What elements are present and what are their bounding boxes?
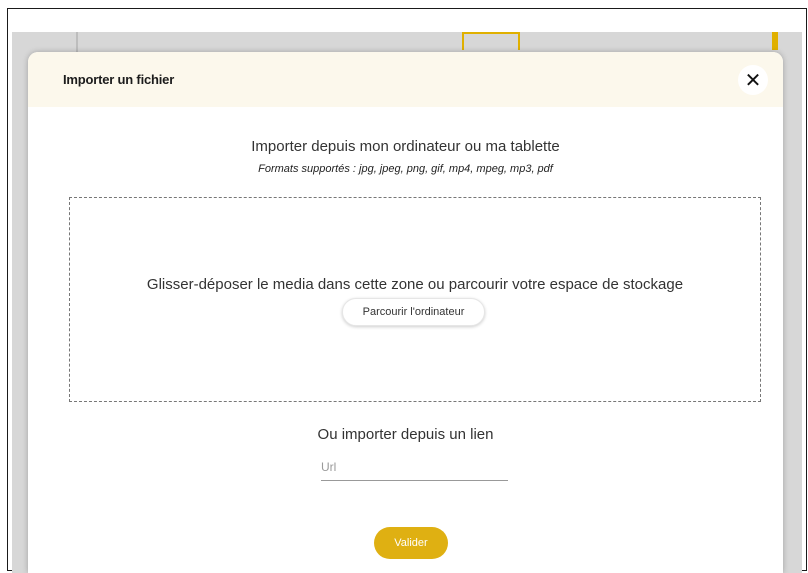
supported-formats: Formats supportés : jpg, jpeg, png, gif,… bbox=[258, 163, 553, 175]
modal-header: Importer un fichier ✕ bbox=[28, 52, 783, 107]
link-heading: Ou importer depuis un lien bbox=[317, 426, 494, 443]
background-decoration bbox=[462, 32, 520, 50]
drop-zone-text: Glisser-déposer le media dans cette zone… bbox=[146, 276, 684, 293]
import-file-modal: Importer un fichier ✕ Importer depuis mo… bbox=[28, 52, 783, 573]
close-button[interactable]: ✕ bbox=[738, 65, 768, 95]
modal-title: Importer un fichier bbox=[63, 72, 175, 87]
browse-computer-button[interactable]: Parcourir l'ordinateur bbox=[342, 298, 485, 326]
background-decoration-edge bbox=[772, 32, 778, 50]
upload-heading: Importer depuis mon ordinateur ou ma tab… bbox=[251, 138, 560, 155]
validate-button[interactable]: Valider bbox=[374, 527, 448, 559]
drop-zone[interactable]: Glisser-déposer le media dans cette zone… bbox=[69, 197, 761, 402]
background-divider bbox=[76, 32, 78, 52]
url-input[interactable] bbox=[321, 454, 508, 481]
close-icon: ✕ bbox=[744, 69, 762, 92]
